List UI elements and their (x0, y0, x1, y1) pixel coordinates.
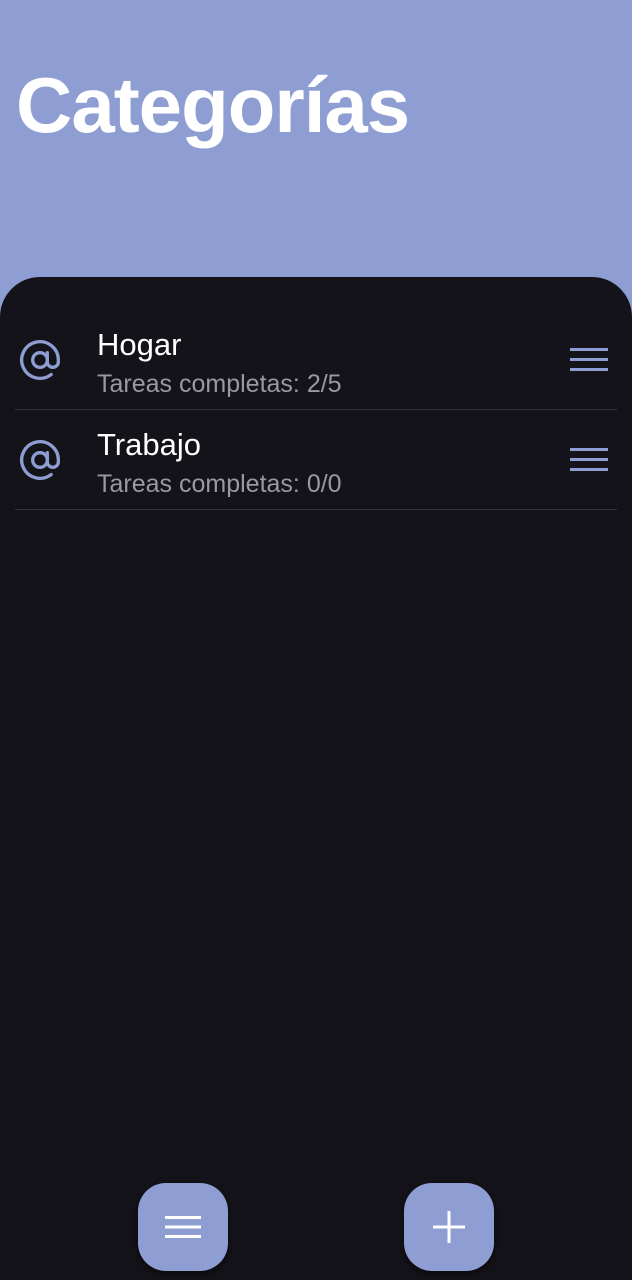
list-item[interactable]: Trabajo Tareas completas: 0/0 (15, 410, 617, 510)
drag-handle-icon[interactable] (570, 446, 608, 474)
at-sign-icon (20, 440, 60, 480)
at-sign-icon (20, 340, 60, 380)
category-progress: Tareas completas: 2/5 (97, 370, 342, 398)
header: Categorías (0, 0, 632, 300)
category-progress: Tareas completas: 0/0 (97, 470, 342, 498)
category-name: Trabajo (97, 427, 201, 462)
add-category-button[interactable] (404, 1183, 494, 1271)
list-item[interactable]: Hogar Tareas completas: 2/5 (15, 310, 617, 410)
category-sheet: Hogar Tareas completas: 2/5 Trabajo Tare… (0, 277, 632, 1280)
category-name: Hogar (97, 327, 182, 362)
plus-icon (433, 1211, 465, 1243)
hamburger-menu-icon (165, 1216, 201, 1238)
drag-handle-icon[interactable] (570, 346, 608, 374)
category-list: Hogar Tareas completas: 2/5 Trabajo Tare… (0, 310, 632, 510)
menu-button[interactable] (138, 1183, 228, 1271)
page-title: Categorías (16, 61, 410, 149)
